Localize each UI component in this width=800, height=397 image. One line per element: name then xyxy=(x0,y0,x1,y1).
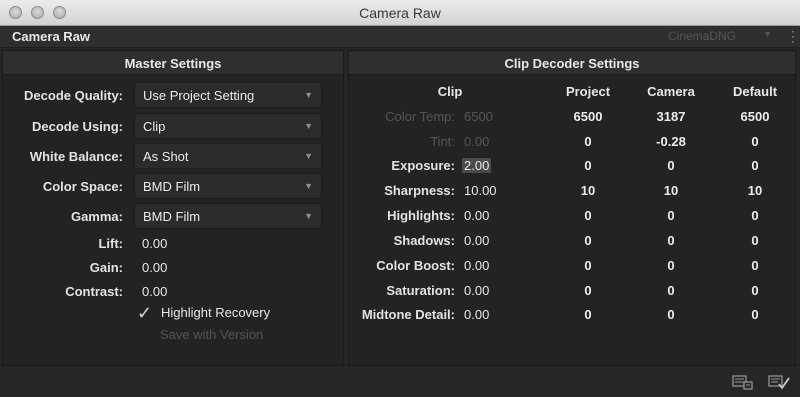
exposure-clip-field[interactable]: 2.00 xyxy=(462,158,492,173)
shadows-camera: 0 xyxy=(667,233,675,248)
gain-value[interactable]: 0.00 xyxy=(142,260,167,275)
exposure-default: 0 xyxy=(751,158,759,173)
decode-using-label: Decode Using: xyxy=(31,119,123,134)
saturation-project: 0 xyxy=(584,283,592,298)
tint-project: 0 xyxy=(584,134,592,149)
codec-value: CinemaDNG xyxy=(668,29,737,43)
highlights-project: 0 xyxy=(584,208,592,223)
header-bar: Camera Raw CinemaDNG ▼ ⋮ xyxy=(0,26,800,48)
tint-label: Tint: xyxy=(430,134,455,149)
color-temp-default: 6500 xyxy=(740,109,770,124)
sharpness-clip-field[interactable]: 10.00 xyxy=(464,183,497,198)
shadows-label: Shadows: xyxy=(393,233,455,248)
header-title: Camera Raw xyxy=(12,29,91,44)
chevron-down-icon: ▼ xyxy=(304,90,313,100)
checkmark-icon: ✓ xyxy=(137,303,153,323)
decode-using-value: Clip xyxy=(143,119,166,134)
column-header-camera: Camera xyxy=(647,84,695,99)
saturation-clip-field[interactable]: 0.00 xyxy=(464,283,489,298)
color-temp-clip-value: 6500 xyxy=(464,109,493,124)
tint-clip-value: 0.00 xyxy=(464,134,490,149)
chevron-down-icon: ▼ xyxy=(304,211,313,221)
exposure-label: Exposure: xyxy=(391,158,455,173)
highlight-recovery-label: Highlight Recovery xyxy=(161,305,271,320)
color-boost-default: 0 xyxy=(751,258,759,273)
saturation-default: 0 xyxy=(751,283,759,298)
color-temp-camera: 3187 xyxy=(656,109,686,124)
midtone-detail-camera: 0 xyxy=(667,307,675,322)
chevron-down-icon: ▼ xyxy=(304,121,313,131)
color-space-label: Color Space: xyxy=(42,179,123,194)
color-space-value: BMD Film xyxy=(143,179,201,194)
color-boost-project: 0 xyxy=(584,258,592,273)
midtone-detail-project: 0 xyxy=(584,307,592,322)
saturation-camera: 0 xyxy=(667,283,675,298)
white-balance-label: White Balance: xyxy=(29,149,123,164)
color-boost-label: Color Boost: xyxy=(376,258,455,273)
color-boost-clip-field[interactable]: 0.00 xyxy=(464,258,489,273)
contrast-value[interactable]: 0.00 xyxy=(142,284,167,299)
camera-raw-window: Camera Raw Camera Raw CinemaDNG ▼ ⋮ Mast… xyxy=(0,0,800,397)
tint-default: 0 xyxy=(751,134,759,149)
sharpness-label: Sharpness: xyxy=(384,183,455,198)
color-temp-project: 6500 xyxy=(573,109,603,124)
midtone-detail-clip-field[interactable]: 0.00 xyxy=(464,307,489,322)
window-title: Camera Raw xyxy=(359,5,441,21)
highlights-label: Highlights: xyxy=(387,208,455,223)
highlights-camera: 0 xyxy=(667,208,675,223)
column-header-project: Project xyxy=(565,84,611,99)
decode-quality-label: Decode Quality: xyxy=(24,88,123,103)
midtone-detail-label: Midtone Detail: xyxy=(361,307,455,322)
gain-label: Gain: xyxy=(89,260,123,275)
chevron-down-icon: ▼ xyxy=(763,29,772,39)
color-temp-label: Color Temp: xyxy=(385,109,455,124)
white-balance-value: As Shot xyxy=(143,149,189,164)
master-settings-heading: Master Settings xyxy=(3,51,343,75)
sharpness-default: 10 xyxy=(747,183,763,198)
highlights-clip-field[interactable]: 0.00 xyxy=(464,208,489,223)
exposure-camera: 0 xyxy=(667,158,675,173)
gamma-dropdown[interactable]: BMD Film ▼ xyxy=(134,203,322,229)
decode-quality-value: Use Project Setting xyxy=(143,88,255,103)
shadows-clip-field[interactable]: 0.00 xyxy=(464,233,489,248)
gamma-value: BMD Film xyxy=(143,209,201,224)
highlights-default: 0 xyxy=(751,208,759,223)
column-header-default: Default xyxy=(732,84,778,99)
sharpness-project: 10 xyxy=(580,183,596,198)
sharpness-camera: 10 xyxy=(663,183,679,198)
lift-value[interactable]: 0.00 xyxy=(142,236,167,251)
gamma-label: Gamma: xyxy=(70,209,123,224)
tint-camera: -0.28 xyxy=(656,134,686,149)
saturation-label: Saturation: xyxy=(386,283,455,298)
lift-label: Lift: xyxy=(98,236,123,251)
chevron-down-icon: ▼ xyxy=(304,181,313,191)
white-balance-dropdown[interactable]: As Shot ▼ xyxy=(134,143,322,169)
color-boost-camera: 0 xyxy=(667,258,675,273)
title-bar: Camera Raw xyxy=(0,0,800,26)
copy-settings-icon[interactable] xyxy=(732,374,754,390)
decode-using-dropdown[interactable]: Clip ▼ xyxy=(134,113,322,139)
options-menu-icon[interactable]: ⋮ xyxy=(786,28,800,45)
shadows-default: 0 xyxy=(751,233,759,248)
apply-settings-icon[interactable] xyxy=(768,374,790,390)
color-space-dropdown[interactable]: BMD Film ▼ xyxy=(134,173,322,199)
decode-quality-dropdown[interactable]: Use Project Setting ▼ xyxy=(134,82,322,108)
exposure-project: 0 xyxy=(584,158,592,173)
clip-decoder-heading: Clip Decoder Settings xyxy=(349,51,795,75)
shadows-project: 0 xyxy=(584,233,592,248)
contrast-label: Contrast: xyxy=(65,284,123,299)
chevron-down-icon: ▼ xyxy=(304,151,313,161)
save-with-version-checkbox[interactable]: Save with Version xyxy=(160,327,263,342)
midtone-detail-default: 0 xyxy=(751,307,759,322)
codec-dropdown[interactable]: CinemaDNG ▼ xyxy=(660,28,780,45)
column-header-clip: Clip xyxy=(437,84,463,99)
